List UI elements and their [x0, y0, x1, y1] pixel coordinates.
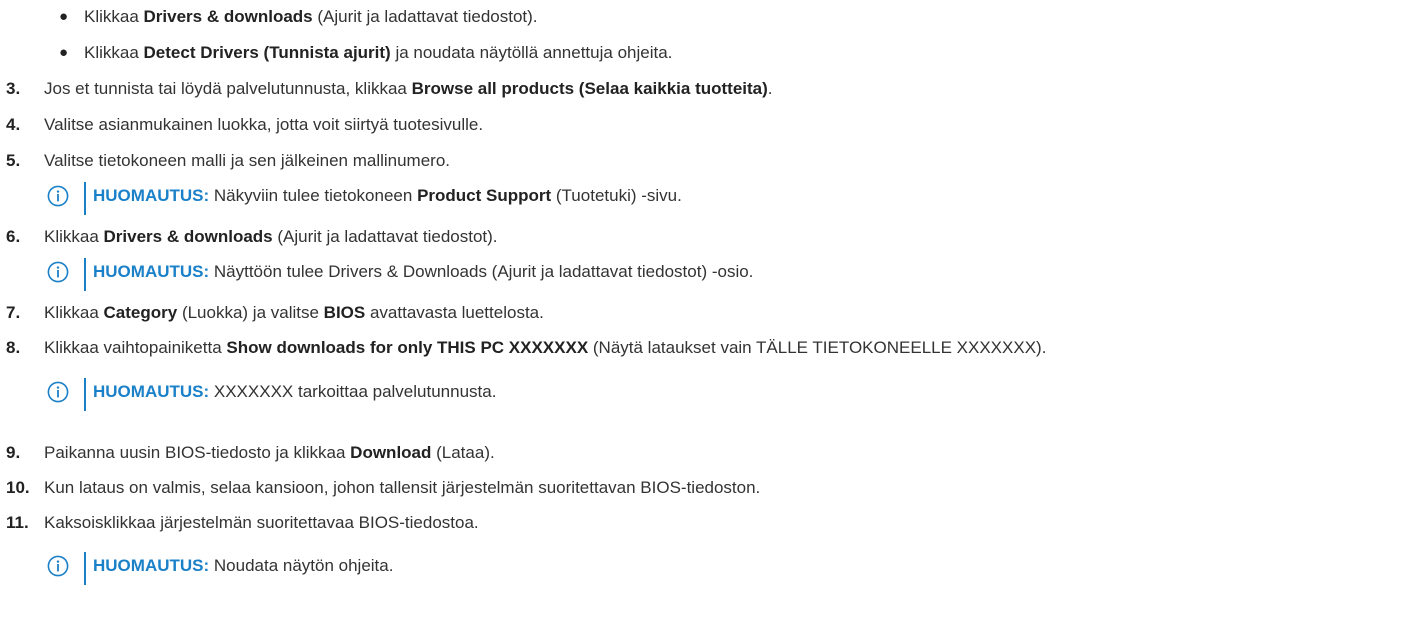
step-number: 3. [6, 79, 21, 98]
note-text: HUOMAUTUS: Näkyviin tulee tietokoneen Pr… [93, 185, 682, 207]
step-number: 8. [6, 338, 21, 357]
note-divider [84, 182, 86, 215]
note-text: HUOMAUTUS: Näyttöön tulee Drivers & Down… [93, 261, 753, 283]
info-icon [47, 555, 69, 577]
bullet-text: Klikkaa Detect Drivers (Tunnista ajurit)… [84, 42, 672, 64]
note-label: HUOMAUTUS: [93, 382, 210, 401]
note-text: HUOMAUTUS: Noudata näytön ohjeita. [93, 555, 393, 577]
bold-text: BIOS [323, 303, 366, 322]
note-label: HUOMAUTUS: [93, 262, 210, 281]
step-number: 6. [6, 227, 21, 246]
text-span: (Ajurit ja ladattavat tiedostot). [272, 227, 498, 246]
info-icon [47, 261, 69, 283]
note-divider [84, 552, 86, 585]
instruction-page: ● Klikkaa Drivers & downloads (Ajurit ja… [0, 0, 1407, 621]
text-span: ja noudata näytöllä annettuja ohjeita. [390, 43, 673, 62]
note-label: HUOMAUTUS: [93, 556, 210, 575]
step-text: Valitse asianmukainen luokka, jotta voit… [44, 115, 484, 134]
bullet-text: Klikkaa Drivers & downloads (Ajurit ja l… [84, 6, 538, 28]
step-text: Jos et tunnista tai löydä palvelutunnust… [44, 78, 773, 100]
step-text: Kun lataus on valmis, selaa kansioon, jo… [44, 478, 761, 497]
text-span: Jos et tunnista tai löydä palvelutunnust… [44, 79, 412, 98]
step-number: 7. [6, 303, 21, 322]
bold-text: Product Support [417, 186, 552, 205]
text-span: (Luokka) ja valitse [177, 303, 324, 322]
bold-text: Drivers & downloads [143, 7, 313, 26]
step-text: Valitse tietokoneen malli ja sen jälkein… [44, 151, 451, 170]
bold-text: Browse all products (Selaa kaikkia tuott… [411, 79, 768, 98]
info-icon [47, 185, 69, 207]
step-text: Kaksoisklikkaa järjestelmän suoritettava… [44, 513, 479, 532]
step-text: Klikkaa Drivers & downloads (Ajurit ja l… [44, 226, 498, 248]
text-span: Näyttöön tulee Drivers & Downloads (Ajur… [209, 262, 754, 281]
step-number: 9. [6, 443, 21, 462]
text-span: (Ajurit ja ladattavat tiedostot). [312, 7, 538, 26]
note-divider [84, 378, 86, 411]
text-span: avattavasta luettelosta. [365, 303, 544, 322]
step-text: Klikkaa vaihtopainiketta Show downloads … [44, 337, 1046, 359]
text-span: Noudata näytön ohjeita. [209, 556, 394, 575]
note-text: HUOMAUTUS: XXXXXXX tarkoittaa palvelutun… [93, 381, 496, 403]
bullet-symbol: ● [59, 8, 69, 25]
info-icon [47, 381, 69, 403]
text-span: Klikkaa vaihtopainiketta [44, 338, 227, 357]
text-span: (Lataa). [431, 443, 495, 462]
bold-text: Category [103, 303, 178, 322]
note-divider [84, 258, 86, 291]
text-span: . [767, 79, 773, 98]
bold-text: Detect Drivers (Tunnista ajurit) [143, 43, 391, 62]
text-span: (Tuotetuki) -sivu. [551, 186, 682, 205]
bullet-symbol: ● [59, 44, 69, 61]
bold-text: Show downloads for only THIS PC XXXXXXX [226, 338, 589, 357]
note-label: HUOMAUTUS: [93, 186, 210, 205]
step-text: Paikanna uusin BIOS-tiedosto ja klikkaa … [44, 442, 495, 464]
text-span: Klikkaa [44, 227, 104, 246]
text-span: Klikkaa [84, 43, 144, 62]
text-span: Paikanna uusin BIOS-tiedosto ja klikkaa [44, 443, 351, 462]
text-span: Näkyviin tulee tietokoneen [209, 186, 418, 205]
step-number: 10. [6, 478, 30, 497]
bold-text: Download [350, 443, 432, 462]
step-number: 4. [6, 115, 21, 134]
text-span: XXXXXXX tarkoittaa palvelutunnusta. [209, 382, 497, 401]
text-span: (Näytä lataukset vain TÄLLE TIETOKONEELL… [588, 338, 1047, 357]
bold-text: Drivers & downloads [103, 227, 273, 246]
text-span: Klikkaa [84, 7, 144, 26]
step-text: Klikkaa Category (Luokka) ja valitse BIO… [44, 302, 544, 324]
step-number: 11. [6, 513, 29, 532]
step-number: 5. [6, 151, 21, 170]
text-span: Klikkaa [44, 303, 104, 322]
